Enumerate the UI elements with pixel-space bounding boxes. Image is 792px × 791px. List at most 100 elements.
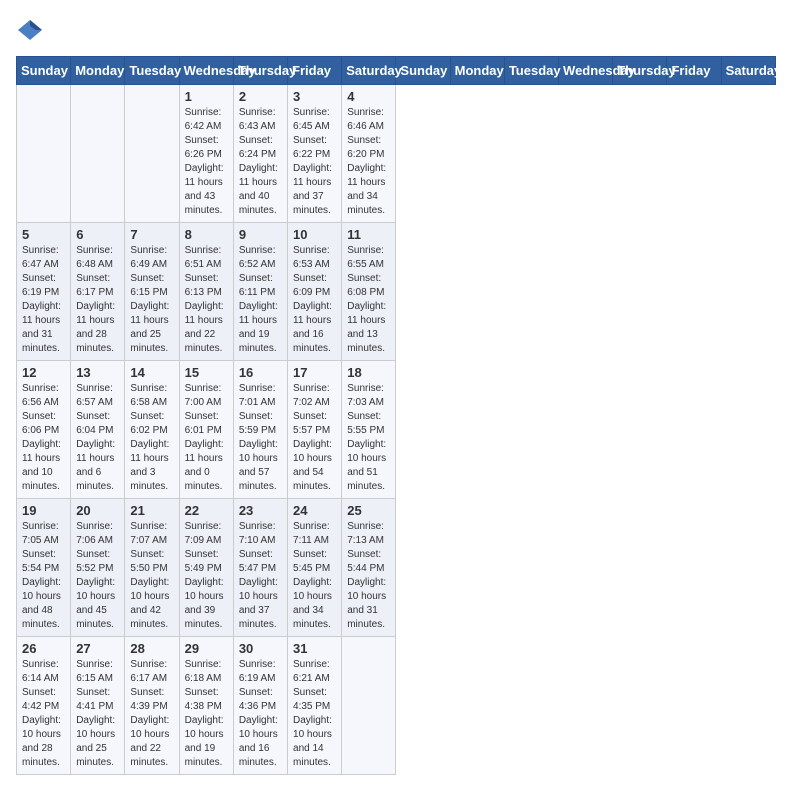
day-info: Sunrise: 7:00 AM Sunset: 6:01 PM Dayligh…: [185, 382, 228, 494]
calendar-cell: 1 Sunrise: 6:42 AM Sunset: 6:26 PM Daylig…: [179, 85, 233, 223]
header-friday: Friday: [667, 57, 721, 85]
calendar-week-3: 12 Sunrise: 6:56 AM Sunset: 6:06 PM Dayli…: [17, 361, 776, 499]
calendar-cell: 24 Sunrise: 7:11 AM Sunset: 5:45 PM Dayli…: [288, 499, 342, 637]
calendar-cell: 2Sunrise: 6:43 AM Sunset: 6:24 PM Daylig…: [233, 85, 287, 223]
day-info: Sunrise: 6:55 AM Sunset: 6:08 PM Dayligh…: [347, 244, 390, 356]
day-number: 8: [185, 227, 228, 242]
header-thursday: Thursday: [233, 57, 287, 85]
day-number: 22: [185, 503, 228, 518]
calendar-cell: 21 Sunrise: 7:07 AM Sunset: 5:50 PM Dayli…: [125, 499, 179, 637]
day-number: 26: [22, 641, 65, 656]
header-tuesday: Tuesday: [504, 57, 558, 85]
calendar-cell: 11 Sunrise: 6:55 AM Sunset: 6:08 PM Dayli…: [342, 223, 396, 361]
day-info: Sunrise: 6:56 AM Sunset: 6:06 PM Dayligh…: [22, 382, 65, 494]
day-number: 12: [22, 365, 65, 380]
day-number: 28: [130, 641, 173, 656]
day-number: 19: [22, 503, 65, 518]
calendar-cell: 31 Sunrise: 6:21 AM Sunset: 4:35 PM Dayli…: [288, 637, 342, 775]
day-number: 3: [293, 89, 336, 104]
header-sunday: Sunday: [17, 57, 71, 85]
day-info: Sunrise: 7:02 AM Sunset: 5:57 PM Dayligh…: [293, 382, 336, 494]
calendar-cell: 4 Sunrise: 6:46 AM Sunset: 6:20 PM Daylig…: [342, 85, 396, 223]
header-monday: Monday: [71, 57, 125, 85]
day-info: Sunrise: 6:17 AM Sunset: 4:39 PM Dayligh…: [130, 658, 173, 770]
day-info: Sunrise: 6:46 AM Sunset: 6:20 PM Dayligh…: [347, 106, 390, 218]
day-info: Sunrise: 7:09 AM Sunset: 5:49 PM Dayligh…: [185, 520, 228, 632]
day-number: 9: [239, 227, 282, 242]
calendar-cell: 25 Sunrise: 7:13 AM Sunset: 5:44 PM Dayli…: [342, 499, 396, 637]
calendar-cell: 7 Sunrise: 6:49 AM Sunset: 6:15 PM Daylig…: [125, 223, 179, 361]
day-info: Sunrise: 6:18 AM Sunset: 4:38 PM Dayligh…: [185, 658, 228, 770]
header-tuesday: Tuesday: [125, 57, 179, 85]
calendar-cell: 13 Sunrise: 6:57 AM Sunset: 6:04 PM Dayli…: [71, 361, 125, 499]
day-info: Sunrise: 6:14 AM Sunset: 4:42 PM Dayligh…: [22, 658, 65, 770]
day-number: 31: [293, 641, 336, 656]
day-number: 10: [293, 227, 336, 242]
day-info: Sunrise: 6:42 AM Sunset: 6:26 PM Dayligh…: [185, 106, 228, 218]
calendar-cell: 8Sunrise: 6:51 AM Sunset: 6:13 PM Daylig…: [179, 223, 233, 361]
day-number: 21: [130, 503, 173, 518]
calendar-cell: 29Sunrise: 6:18 AM Sunset: 4:38 PM Dayli…: [179, 637, 233, 775]
day-number: 18: [347, 365, 390, 380]
day-number: 6: [76, 227, 119, 242]
header-saturday: Saturday: [721, 57, 775, 85]
header-wednesday: Wednesday: [559, 57, 613, 85]
calendar-cell: 3Sunrise: 6:45 AM Sunset: 6:22 PM Daylig…: [288, 85, 342, 223]
calendar-cell: [342, 637, 396, 775]
calendar-week-1: 1 Sunrise: 6:42 AM Sunset: 6:26 PM Daylig…: [17, 85, 776, 223]
logo: [16, 16, 48, 44]
calendar-cell: 28 Sunrise: 6:17 AM Sunset: 4:39 PM Dayli…: [125, 637, 179, 775]
calendar-week-4: 19 Sunrise: 7:05 AM Sunset: 5:54 PM Dayli…: [17, 499, 776, 637]
day-number: 5: [22, 227, 65, 242]
calendar-cell: [71, 85, 125, 223]
calendar-cell: 10 Sunrise: 6:53 AM Sunset: 6:09 PM Dayli…: [288, 223, 342, 361]
day-info: Sunrise: 6:53 AM Sunset: 6:09 PM Dayligh…: [293, 244, 336, 356]
day-info: Sunrise: 6:48 AM Sunset: 6:17 PM Dayligh…: [76, 244, 119, 356]
calendar-cell: 30 Sunrise: 6:19 AM Sunset: 4:36 PM Dayli…: [233, 637, 287, 775]
day-number: 24: [293, 503, 336, 518]
day-info: Sunrise: 7:07 AM Sunset: 5:50 PM Dayligh…: [130, 520, 173, 632]
header-wednesday: Wednesday: [179, 57, 233, 85]
day-number: 30: [239, 641, 282, 656]
day-info: Sunrise: 7:13 AM Sunset: 5:44 PM Dayligh…: [347, 520, 390, 632]
day-info: Sunrise: 7:05 AM Sunset: 5:54 PM Dayligh…: [22, 520, 65, 632]
calendar-cell: 6 Sunrise: 6:48 AM Sunset: 6:17 PM Daylig…: [71, 223, 125, 361]
day-number: 1: [185, 89, 228, 104]
day-number: 25: [347, 503, 390, 518]
day-info: Sunrise: 7:03 AM Sunset: 5:55 PM Dayligh…: [347, 382, 390, 494]
day-info: Sunrise: 6:49 AM Sunset: 6:15 PM Dayligh…: [130, 244, 173, 356]
header-friday: Friday: [288, 57, 342, 85]
calendar-cell: 15 Sunrise: 7:00 AM Sunset: 6:01 PM Dayli…: [179, 361, 233, 499]
calendar-cell: [125, 85, 179, 223]
day-number: 16: [239, 365, 282, 380]
day-info: Sunrise: 6:19 AM Sunset: 4:36 PM Dayligh…: [239, 658, 282, 770]
calendar-cell: 5Sunrise: 6:47 AM Sunset: 6:19 PM Daylig…: [17, 223, 71, 361]
header-saturday: Saturday: [342, 57, 396, 85]
calendar-cell: 23Sunrise: 7:10 AM Sunset: 5:47 PM Dayli…: [233, 499, 287, 637]
day-info: Sunrise: 6:58 AM Sunset: 6:02 PM Dayligh…: [130, 382, 173, 494]
day-number: 13: [76, 365, 119, 380]
calendar-cell: 18 Sunrise: 7:03 AM Sunset: 5:55 PM Dayli…: [342, 361, 396, 499]
day-info: Sunrise: 6:57 AM Sunset: 6:04 PM Dayligh…: [76, 382, 119, 494]
day-number: 17: [293, 365, 336, 380]
day-number: 14: [130, 365, 173, 380]
calendar-cell: 9 Sunrise: 6:52 AM Sunset: 6:11 PM Daylig…: [233, 223, 287, 361]
calendar-cell: 16Sunrise: 7:01 AM Sunset: 5:59 PM Dayli…: [233, 361, 287, 499]
day-number: 7: [130, 227, 173, 242]
day-number: 11: [347, 227, 390, 242]
day-number: 4: [347, 89, 390, 104]
day-info: Sunrise: 7:11 AM Sunset: 5:45 PM Dayligh…: [293, 520, 336, 632]
page-header: [16, 16, 776, 44]
day-number: 15: [185, 365, 228, 380]
calendar-cell: 22 Sunrise: 7:09 AM Sunset: 5:49 PM Dayli…: [179, 499, 233, 637]
day-info: Sunrise: 6:52 AM Sunset: 6:11 PM Dayligh…: [239, 244, 282, 356]
calendar-cell: [17, 85, 71, 223]
calendar-week-2: 5Sunrise: 6:47 AM Sunset: 6:19 PM Daylig…: [17, 223, 776, 361]
day-info: Sunrise: 7:10 AM Sunset: 5:47 PM Dayligh…: [239, 520, 282, 632]
day-number: 20: [76, 503, 119, 518]
header-monday: Monday: [450, 57, 504, 85]
calendar-cell: 14 Sunrise: 6:58 AM Sunset: 6:02 PM Dayli…: [125, 361, 179, 499]
calendar-table: SundayMondayTuesdayWednesdayThursdayFrid…: [16, 56, 776, 775]
day-info: Sunrise: 6:21 AM Sunset: 4:35 PM Dayligh…: [293, 658, 336, 770]
day-info: Sunrise: 6:43 AM Sunset: 6:24 PM Dayligh…: [239, 106, 282, 218]
